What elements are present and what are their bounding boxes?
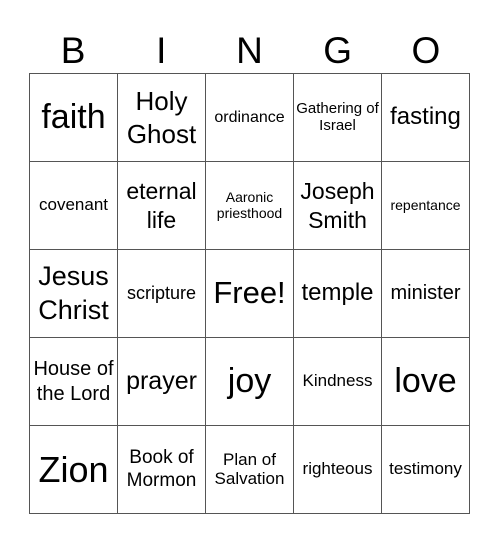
bingo-cell[interactable]: Holy Ghost <box>118 74 206 162</box>
bingo-cell[interactable]: temple <box>294 250 382 338</box>
bingo-cell[interactable]: Jesus Christ <box>30 250 118 338</box>
bingo-cell[interactable]: eternal life <box>118 162 206 250</box>
bingo-cell[interactable]: love <box>382 338 470 426</box>
bingo-cell[interactable]: prayer <box>118 338 206 426</box>
bingo-header: B I N G O <box>29 28 470 73</box>
bingo-cell[interactable]: testimony <box>382 426 470 514</box>
header-letter-b: B <box>60 30 86 71</box>
header-letter-g: G <box>323 30 353 71</box>
bingo-cell[interactable]: House of the Lord <box>30 338 118 426</box>
bingo-cell[interactable]: faith <box>30 74 118 162</box>
bingo-cell[interactable]: minister <box>382 250 470 338</box>
bingo-cell[interactable]: Kindness <box>294 338 382 426</box>
bingo-cell[interactable]: covenant <box>30 162 118 250</box>
bingo-cell[interactable]: ordinance <box>206 74 294 162</box>
bingo-cell[interactable]: Book of Mormon <box>118 426 206 514</box>
bingo-card-grid: faith Holy Ghost ordinance Gathering of … <box>29 73 470 514</box>
bingo-cell[interactable]: Plan of Salvation <box>206 426 294 514</box>
bingo-cell[interactable]: Aaronic priesthood <box>206 162 294 250</box>
bingo-cell[interactable]: scripture <box>118 250 206 338</box>
header-letter-n: N <box>236 30 263 71</box>
header-letter-o: O <box>411 30 441 71</box>
bingo-cell[interactable]: fasting <box>382 74 470 162</box>
bingo-cell[interactable]: Joseph Smith <box>294 162 382 250</box>
bingo-cell[interactable]: righteous <box>294 426 382 514</box>
bingo-cell[interactable]: Gathering of Israel <box>294 74 382 162</box>
header-letter-i: I <box>156 30 167 71</box>
bingo-cell[interactable]: Zion <box>30 426 118 514</box>
bingo-cell[interactable]: joy <box>206 338 294 426</box>
free-space-cell[interactable]: Free! <box>206 250 294 338</box>
bingo-cell[interactable]: repentance <box>382 162 470 250</box>
